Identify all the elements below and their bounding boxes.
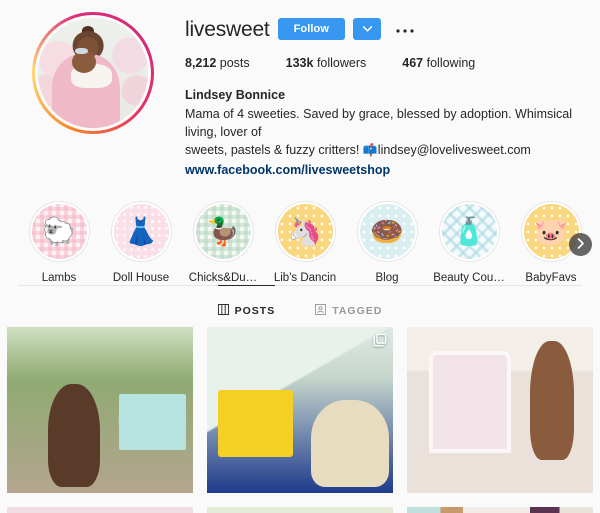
highlight-lambs[interactable]: 🐑 Lambs <box>18 201 100 284</box>
follow-button[interactable]: Follow <box>277 18 346 40</box>
avatar-story-ring[interactable] <box>31 12 154 134</box>
highlight-label: Lib's Dancin <box>273 272 337 285</box>
highlight-label: Chicks&Du… <box>188 272 258 285</box>
follow-dropdown-button[interactable] <box>353 18 382 40</box>
avatar-container <box>0 8 185 179</box>
highlight-cover: 🐑 <box>31 204 87 260</box>
highlight-ring: 🍩 <box>356 201 418 263</box>
highlight-chicks-ducks[interactable]: 🦆 Chicks&Du… <box>182 201 264 284</box>
highlight-doll-house[interactable]: 👗 Doll House <box>100 201 182 284</box>
highlight-label: Blog <box>375 272 399 285</box>
avatar[interactable] <box>34 15 151 131</box>
sheep-icon: 🐑 <box>42 216 76 247</box>
highlight-cover: 🦆 <box>195 204 251 260</box>
highlight-cover: 🍩 <box>359 204 415 260</box>
multi-photo-icon <box>373 333 387 347</box>
tab-tagged[interactable]: TAGGED <box>315 285 382 323</box>
page-title: livesweet <box>185 17 270 41</box>
highlight-label: Lambs <box>41 272 77 285</box>
stat-posts-label: posts <box>219 56 250 70</box>
donut-icon: 🍩 <box>370 216 404 247</box>
stat-following-value: 467 <box>402 56 424 70</box>
highlight-label: Beauty Cou… <box>433 272 505 285</box>
post-thumbnail[interactable] <box>207 507 393 513</box>
duck-icon: 🦆 <box>206 216 240 247</box>
post-thumbnail[interactable] <box>7 327 193 494</box>
highlight-blog[interactable]: 🍩 Blog <box>346 201 428 284</box>
stat-followers[interactable]: 133k followers <box>286 56 367 70</box>
chevron-right-icon <box>577 237 585 252</box>
tab-tagged-label: TAGGED <box>332 304 383 317</box>
post-thumbnail[interactable] <box>407 507 593 513</box>
highlight-beauty-counter[interactable]: 🧴 Beauty Cou… <box>428 201 510 284</box>
post-grid <box>0 323 600 513</box>
website-link[interactable]: www.facebook.com/livesweetshop <box>185 161 390 179</box>
lotion-bottle-icon: 🧴 <box>452 216 486 247</box>
highlight-ring: 🧴 <box>438 201 500 263</box>
highlight-cover: 🦄 <box>277 204 333 260</box>
profile-header: livesweet Follow 8,212 posts 133k follow… <box>0 0 600 179</box>
stat-posts-value: 8,212 <box>185 56 217 70</box>
highlight-ring: 🦆 <box>192 201 254 263</box>
highlight-cover: 👗 <box>113 204 169 260</box>
highlight-libs-dancin[interactable]: 🦄 Lib's Dancin <box>264 201 346 284</box>
highlight-label: Doll House <box>112 272 170 285</box>
stat-followers-label: followers <box>316 56 367 70</box>
profile-stats: 8,212 posts 133k followers 467 following <box>185 56 582 70</box>
full-name: Lindsey Bonnice <box>185 88 286 102</box>
post-thumbnail[interactable] <box>7 507 193 513</box>
highlight-ring: 🐑 <box>28 201 90 263</box>
profile-bio: Lindsey Bonnice Mama of 4 sweeties. Save… <box>185 86 575 179</box>
instagram-profile-page: livesweet Follow 8,212 posts 133k follow… <box>0 0 600 513</box>
unicorn-icon: 🦄 <box>288 216 322 247</box>
username-row: livesweet Follow <box>185 14 582 44</box>
profile-tabbar: POSTS TAGGED <box>18 285 582 323</box>
stat-followers-value: 133k <box>285 56 314 70</box>
dress-icon: 👗 <box>124 216 158 247</box>
post-thumbnail[interactable] <box>207 327 393 494</box>
tab-posts-label: POSTS <box>234 304 276 317</box>
highlight-cover: 🧴 <box>441 204 497 260</box>
grid-icon <box>217 303 229 318</box>
person-tag-icon <box>315 303 327 318</box>
chevron-down-icon <box>362 26 372 32</box>
highlight-label: BabyFavs <box>525 272 577 285</box>
stat-following[interactable]: 467 following <box>402 56 475 70</box>
profile-info: livesweet Follow 8,212 posts 133k follow… <box>185 8 600 179</box>
stat-following-label: following <box>426 56 476 70</box>
bio-line-2: sweets, pastels & fuzzy critters! 📫linds… <box>185 141 575 159</box>
mailbox-icon: 📫 <box>362 143 378 157</box>
pig-icon: 🐷 <box>534 216 568 247</box>
bio-email: lindsey@lovelivesweet.com <box>377 143 531 157</box>
highlight-ring: 👗 <box>110 201 172 263</box>
highlight-ring: 🦄 <box>274 201 336 263</box>
profile-photo-image <box>37 18 148 128</box>
stat-posts: 8,212 posts <box>185 56 250 70</box>
options-button[interactable] <box>391 22 419 37</box>
ellipsis-icon <box>395 22 415 37</box>
bio-line-1: Mama of 4 sweeties. Saved by grace, bles… <box>185 107 572 139</box>
post-thumbnail[interactable] <box>407 327 593 494</box>
story-highlights: 🐑 Lambs 👗 Doll House 🦆 Chicks&Du… 🦄 Lib'… <box>0 179 600 284</box>
bio-line-2-text: sweets, pastels & fuzzy critters! <box>185 143 363 157</box>
tab-posts[interactable]: POSTS <box>217 285 276 323</box>
